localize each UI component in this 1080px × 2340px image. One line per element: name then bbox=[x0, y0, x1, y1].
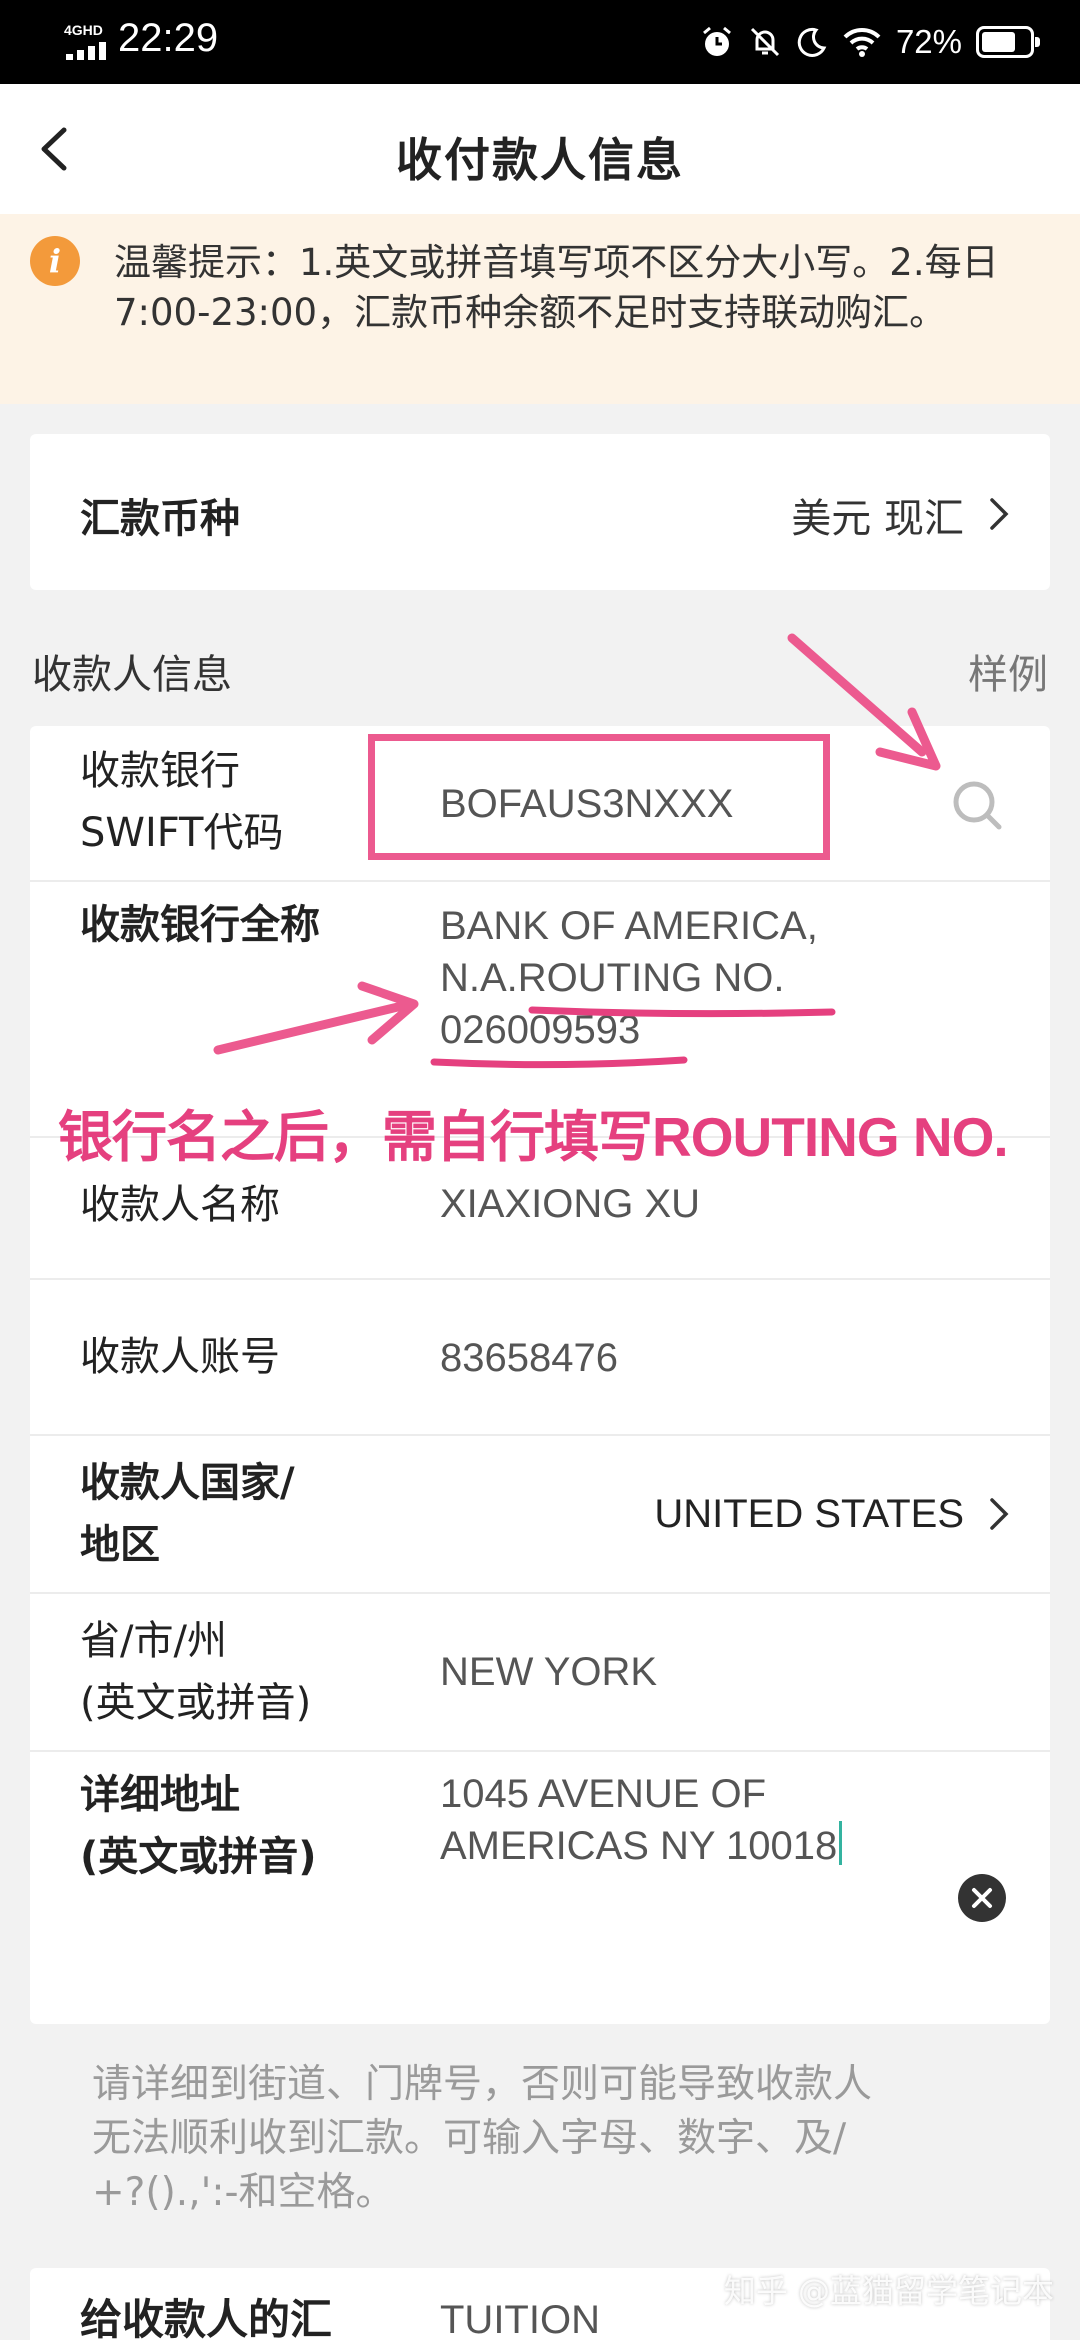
currency-selector[interactable]: 汇款币种 美元 现汇 bbox=[30, 434, 1050, 590]
country-label: 收款人国家/ 地区 bbox=[80, 1460, 295, 1568]
search-icon[interactable] bbox=[950, 778, 1004, 832]
wifi-icon bbox=[843, 27, 881, 57]
address-input[interactable]: 1045 AVENUE OF AMERICAS NY 10018 bbox=[440, 1768, 843, 1872]
state-row[interactable]: 省/市/州 (英文或拼音) NEW YORK bbox=[30, 1594, 1050, 1752]
address-row[interactable]: 详细地址 (英文或拼音) 1045 AVENUE OF AMERICAS NY … bbox=[30, 1752, 1050, 2024]
swift-label: 收款银行 SWIFT代码 bbox=[80, 748, 284, 856]
remittance-note-label: 给收款人的汇 bbox=[80, 2295, 333, 2340]
notice-banner: i 温馨提示：1.英文或拼音填写项不区分大小写。2.每日7:00-23:00，汇… bbox=[0, 214, 1080, 404]
payee-section-title: 收款人信息 bbox=[32, 652, 232, 698]
chevron-right-icon bbox=[990, 1498, 1009, 1530]
chevron-right-icon bbox=[990, 498, 1009, 530]
address-hint: 请详细到街道、门牌号，否则可能导致收款人 无法顺利收到汇款。可输入字母、数字、及… bbox=[92, 2062, 873, 2215]
account-value[interactable]: 83658476 bbox=[440, 1332, 618, 1384]
country-value: UNITED STATES bbox=[654, 1492, 964, 1536]
payee-name-label: 收款人名称 bbox=[80, 1182, 280, 1228]
cellular-signal-icon: 4GHD bbox=[64, 22, 116, 62]
payee-name-value[interactable]: XIAXIONG XU bbox=[440, 1178, 700, 1230]
sample-link[interactable]: 样例 bbox=[968, 642, 1048, 700]
nav-bar: 收付款人信息 bbox=[0, 84, 1080, 214]
battery-icon bbox=[976, 26, 1040, 58]
payee-form: 收款银行 SWIFT代码 BOFAUS3NXXX 收款银行全称 BANK OF … bbox=[30, 726, 1050, 2024]
mute-icon bbox=[750, 27, 779, 57]
state-label: 省/市/州 (英文或拼音) bbox=[80, 1618, 312, 1726]
clock: 22:29 bbox=[118, 16, 219, 60]
bank-name-value[interactable]: BANK OF AMERICA, N.A.ROUTING NO. 0260095… bbox=[440, 900, 818, 1056]
text-cursor bbox=[839, 1821, 843, 1865]
network-type: 4GHD bbox=[64, 22, 103, 38]
account-row[interactable]: 收款人账号 83658476 bbox=[30, 1280, 1050, 1436]
clear-icon[interactable] bbox=[958, 1874, 1006, 1922]
address-label: 详细地址 (英文或拼音) bbox=[80, 1772, 317, 1880]
alarm-icon bbox=[702, 26, 731, 56]
notice-text: 温馨提示：1.英文或拼音填写项不区分大小写。2.每日7:00-23:00，汇款币… bbox=[114, 241, 999, 334]
swift-highlight-box bbox=[368, 734, 830, 860]
moon-icon bbox=[797, 27, 827, 57]
status-bar: 4GHD 22:29 72% bbox=[0, 0, 1080, 84]
currency-value: 美元 现汇 bbox=[791, 496, 964, 542]
page-title: 收付款人信息 bbox=[396, 133, 684, 187]
info-icon: i bbox=[30, 236, 80, 286]
watermark: 知乎 @蓝猫留学笔记本 bbox=[723, 2272, 1054, 2310]
account-label: 收款人账号 bbox=[80, 1334, 280, 1380]
annotation-text: 银行名之后，需自行填写ROUTING NO. bbox=[58, 1106, 1009, 1168]
battery-percent: 72% bbox=[895, 23, 962, 60]
bank-name-label: 收款银行全称 bbox=[80, 902, 320, 948]
remittance-note-value[interactable]: TUITION bbox=[440, 2298, 600, 2340]
country-row[interactable]: 收款人国家/ 地区 UNITED STATES bbox=[30, 1436, 1050, 1594]
state-value[interactable]: NEW YORK bbox=[440, 1646, 657, 1698]
currency-label: 汇款币种 bbox=[80, 496, 240, 542]
